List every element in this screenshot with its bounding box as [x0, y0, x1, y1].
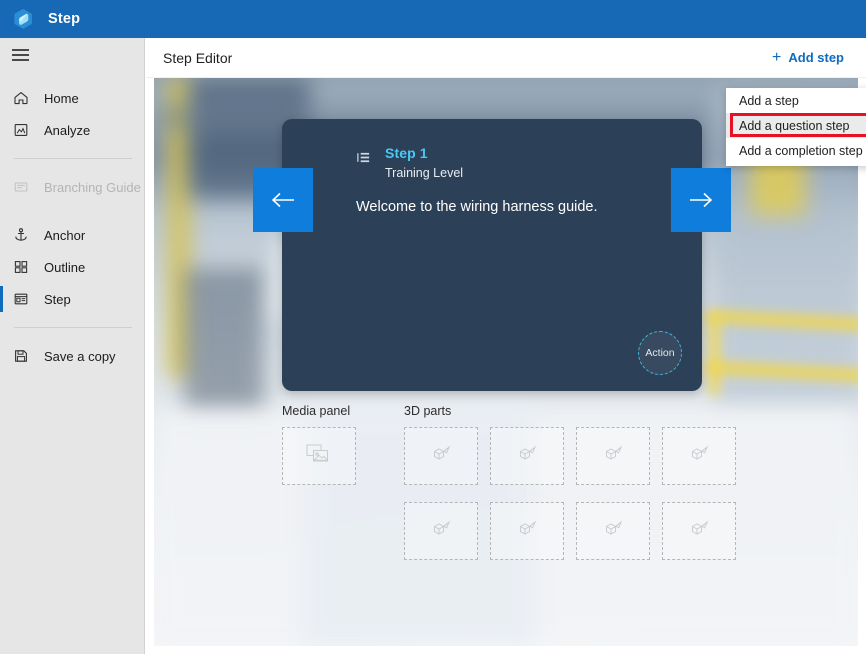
sidebar-item-outline[interactable]: Outline — [0, 251, 144, 283]
sidebar-item-step[interactable]: Step — [0, 283, 144, 315]
part-3d-dropzone[interactable] — [576, 427, 650, 485]
menu-item-add-a-completion-step[interactable]: Add a completion step — [726, 138, 866, 163]
save-copy-icon — [12, 348, 29, 365]
sidebar-item-branching-guide: Branching Guide — [0, 171, 144, 203]
analyze-icon — [12, 122, 29, 139]
media-panel-dropzone[interactable] — [282, 427, 356, 485]
step-body-text: Welcome to the wiring harness guide. — [282, 182, 702, 215]
3d-part-placeholder-icon — [602, 444, 624, 469]
assets-area: Media panel 3D parts — [282, 404, 736, 560]
plus-icon: + — [772, 50, 781, 66]
3d-part-placeholder-icon — [688, 444, 710, 469]
add-step-button[interactable]: + Add step — [772, 50, 844, 66]
3d-part-placeholder-icon — [430, 519, 452, 544]
add-step-label: Add step — [788, 50, 844, 65]
sidebar-item-label: Anchor — [44, 228, 85, 243]
sidebar-item-label: Step — [44, 292, 71, 307]
bg-accent-rail-post — [710, 314, 719, 396]
3d-part-placeholder-icon — [516, 519, 538, 544]
parts-3d-grid — [404, 427, 736, 560]
media-panel-group: Media panel — [282, 404, 404, 560]
bg-accent-machine-left — [184, 268, 264, 418]
arrow-right-icon — [686, 190, 716, 210]
hamburger-icon — [12, 46, 29, 64]
outline-icon — [12, 259, 29, 276]
part-3d-dropzone[interactable] — [404, 502, 478, 560]
action-button[interactable]: Action — [638, 331, 682, 375]
sidebar-item-save-a-copy[interactable]: Save a copy — [0, 340, 144, 372]
branching-guide-icon — [12, 179, 29, 196]
3d-part-placeholder-icon — [688, 519, 710, 544]
menu-item-add-a-question-step[interactable]: Add a question step — [726, 113, 866, 138]
editor-header: Step Editor + Add step — [146, 38, 866, 78]
part-3d-dropzone[interactable] — [404, 427, 478, 485]
page-title: Step Editor — [163, 50, 232, 66]
sidebar-divider-2 — [14, 327, 132, 328]
guides-logo-icon — [8, 4, 38, 34]
home-icon — [12, 90, 29, 107]
sidebar-item-label: Branching Guide — [44, 180, 141, 195]
sidebar-item-label: Analyze — [44, 123, 90, 138]
arrow-left-icon — [268, 190, 298, 210]
menu-item-label: Add a step — [739, 94, 799, 108]
media-panel-label: Media panel — [282, 404, 404, 418]
step-card-header: Step 1 Training Level — [282, 119, 702, 182]
menu-item-add-a-step[interactable]: Add a step — [726, 88, 866, 113]
title-bar: Step — [0, 0, 866, 38]
3d-part-placeholder-icon — [430, 444, 452, 469]
sidebar-divider-1 — [14, 158, 132, 159]
menu-item-label: Add a completion step — [739, 144, 863, 158]
media-placeholder-icon — [306, 443, 332, 470]
sidebar: Home Analyze Branching Guide Anch — [0, 38, 145, 654]
previous-step-button[interactable] — [253, 168, 313, 232]
next-step-button[interactable] — [671, 168, 731, 232]
part-3d-dropzone[interactable] — [662, 502, 736, 560]
list-icon — [356, 150, 371, 170]
parts-3d-label: 3D parts — [404, 404, 736, 418]
parts-3d-group: 3D parts — [404, 404, 736, 560]
add-step-menu: Add a step Add a question step Add a com… — [726, 88, 866, 166]
action-label: Action — [645, 347, 674, 359]
step-card: Step 1 Training Level Welcome to the wir… — [282, 119, 702, 391]
part-3d-dropzone[interactable] — [662, 427, 736, 485]
sidebar-item-anchor[interactable]: Anchor — [0, 219, 144, 251]
sidebar-item-analyze[interactable]: Analyze — [0, 114, 144, 146]
app-title: Step — [48, 11, 80, 27]
menu-item-label: Add a question step — [739, 119, 850, 133]
part-3d-dropzone[interactable] — [576, 502, 650, 560]
part-3d-dropzone[interactable] — [490, 502, 564, 560]
anchor-icon — [12, 227, 29, 244]
step-icon — [12, 291, 29, 308]
sidebar-item-label: Outline — [44, 260, 85, 275]
3d-part-placeholder-icon — [516, 444, 538, 469]
3d-part-placeholder-icon — [602, 519, 624, 544]
step-number: Step 1 — [385, 145, 463, 163]
sidebar-item-label: Save a copy — [44, 349, 116, 364]
part-3d-dropzone[interactable] — [490, 427, 564, 485]
sidebar-item-home[interactable]: Home — [0, 82, 144, 114]
hamburger-menu-button[interactable] — [0, 38, 145, 72]
step-subtitle: Training Level — [385, 164, 463, 183]
sidebar-item-label: Home — [44, 91, 79, 106]
